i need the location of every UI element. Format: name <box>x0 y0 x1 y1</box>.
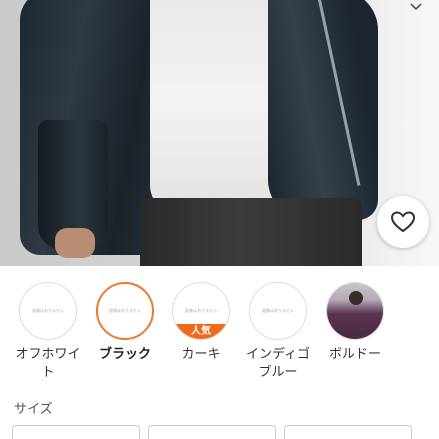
product-image[interactable] <box>0 0 439 266</box>
color-option-black[interactable]: 画像はありません ブラック <box>85 282 165 364</box>
popular-badge: 人気 <box>173 324 229 339</box>
color-option-khaki[interactable]: 画像はありません 人気 カーキ <box>161 282 241 364</box>
color-name: カーキ <box>181 347 221 362</box>
size-label: サイズ <box>14 402 53 417</box>
color-thumbnail: 画像はありません <box>19 282 77 340</box>
color-name: ボルドー <box>328 347 381 362</box>
color-option-bordeaux[interactable]: ボルドー <box>315 282 395 364</box>
dark-jeans <box>140 198 362 266</box>
color-name: ブラック <box>98 347 151 362</box>
size-option[interactable] <box>284 425 412 439</box>
no-image-text: 画像はありません <box>32 308 64 313</box>
jacket-right-panel <box>268 0 378 220</box>
heart-icon <box>390 211 416 233</box>
color-thumbnail: 画像はありません <box>249 282 307 340</box>
color-name: インディゴブルー <box>245 347 311 380</box>
color-option-indigo-blue[interactable]: 画像はありません インディゴブルー <box>238 282 318 382</box>
no-image-text: 画像はありません <box>185 308 217 313</box>
hand <box>55 228 95 258</box>
color-name: オフホワイト <box>15 347 81 380</box>
no-image-text: 画像はありません <box>262 308 294 313</box>
bordeaux-photo <box>327 283 383 339</box>
no-image-text: 画像はありません <box>109 308 141 313</box>
favorite-button[interactable] <box>377 196 429 248</box>
size-option[interactable] <box>148 425 276 439</box>
chevron-icon[interactable] <box>409 0 423 16</box>
color-selector: 画像はありません オフホワイト 画像はありません ブラック 画像はありません 人… <box>0 282 439 382</box>
color-thumbnail: 画像はありません <box>96 282 154 340</box>
color-thumbnail <box>326 282 384 340</box>
size-option[interactable] <box>12 425 140 439</box>
color-thumbnail: 画像はありません 人気 <box>172 282 230 340</box>
color-option-offwhite[interactable]: 画像はありません オフホワイト <box>8 282 88 382</box>
